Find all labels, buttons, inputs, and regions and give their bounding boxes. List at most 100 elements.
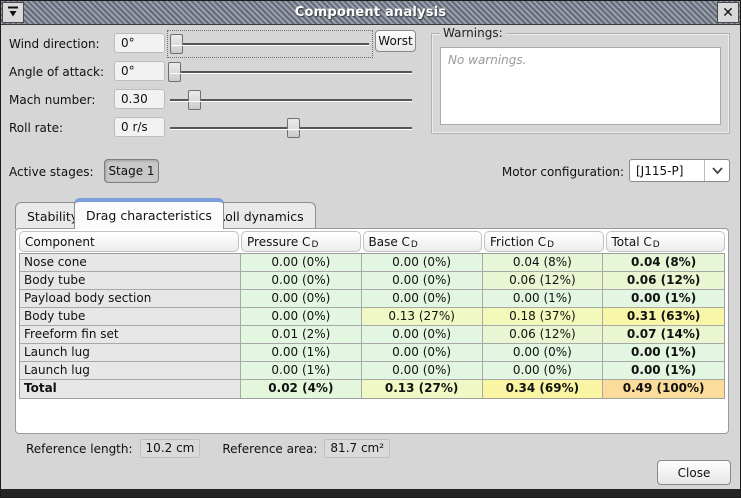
reference-length-value: 10.2 cm bbox=[140, 439, 201, 458]
base-cd-cell: 0.13 (27%) bbox=[362, 308, 483, 326]
total-cd-cell: 0.00 (1%) bbox=[603, 362, 724, 380]
mach-number-label: Mach number: bbox=[9, 93, 95, 107]
roll-rate-label: Roll rate: bbox=[9, 121, 63, 135]
base-cd-cell: 0.00 (0%) bbox=[362, 326, 483, 344]
pressure-cd-cell: 0.01 (2%) bbox=[241, 326, 362, 344]
base-cd-cell: 0.00 (0%) bbox=[362, 362, 483, 380]
warnings-group: Warnings: No warnings. bbox=[431, 33, 730, 134]
angle-of-attack-value[interactable]: 0° bbox=[114, 61, 165, 81]
base-cd-cell: 0.13 (27%) bbox=[362, 380, 483, 398]
total-cd-cell: 0.00 (1%) bbox=[603, 290, 724, 308]
component-cell: Body tube bbox=[20, 308, 241, 326]
pressure-cd-cell: 0.00 (0%) bbox=[241, 290, 362, 308]
wind-direction-value[interactable]: 0° bbox=[114, 33, 165, 53]
component-cell: Nose cone bbox=[20, 254, 241, 272]
table-row-total[interactable]: Total 0.02 (4%) 0.13 (27%) 0.34 (69%) 0.… bbox=[20, 380, 724, 398]
friction-cd-cell: 0.04 (8%) bbox=[483, 254, 604, 272]
window-menu-icon bbox=[6, 3, 20, 22]
worst-button[interactable]: Worst bbox=[375, 30, 416, 52]
total-cd-cell: 0.49 (100%) bbox=[603, 380, 724, 398]
total-cd-cell: 0.31 (63%) bbox=[603, 308, 724, 326]
table-row-freeform-fin-set[interactable]: Freeform fin set 0.01 (2%) 0.00 (0%) 0.0… bbox=[20, 326, 724, 344]
close-icon: ✕ bbox=[722, 6, 734, 20]
close-button[interactable]: Close bbox=[657, 460, 731, 485]
total-cd-cell: 0.04 (8%) bbox=[603, 254, 724, 272]
component-cell: Launch lug bbox=[20, 362, 241, 380]
roll-rate-value[interactable]: 0 r/s bbox=[114, 117, 165, 137]
total-cd-cell: 0.00 (1%) bbox=[603, 344, 724, 362]
table-row-launch-lug-2[interactable]: Launch lug 0.00 (1%) 0.00 (0%) 0.00 (0%)… bbox=[20, 362, 724, 380]
table-header-row: Component Pressure CD Base CD Friction C… bbox=[16, 229, 728, 253]
window-title: Component analysis bbox=[25, 5, 716, 20]
stage-1-toggle[interactable]: Stage 1 bbox=[104, 159, 159, 183]
slider-thumb[interactable] bbox=[168, 62, 181, 82]
component-analysis-dialog: Component analysis ✕ Wind direction: 0° … bbox=[0, 0, 741, 498]
table-row-body-tube-2[interactable]: Body tube 0.00 (0%) 0.13 (27%) 0.18 (37%… bbox=[20, 308, 724, 326]
base-cd-cell: 0.00 (0%) bbox=[362, 272, 483, 290]
slider-thumb[interactable] bbox=[170, 34, 183, 54]
active-stages-label: Active stages: bbox=[9, 165, 94, 179]
table-row-payload-body-section[interactable]: Payload body section 0.00 (0%) 0.00 (0%)… bbox=[20, 290, 724, 308]
slider-thumb[interactable] bbox=[287, 118, 300, 138]
warnings-title: Warnings: bbox=[440, 26, 506, 40]
chevron-down-icon bbox=[704, 160, 729, 181]
angle-of-attack-label: Angle of attack: bbox=[9, 65, 104, 79]
reference-area-label: Reference area: bbox=[222, 442, 317, 456]
component-cell: Total bbox=[20, 380, 241, 398]
component-cell: Freeform fin set bbox=[20, 326, 241, 344]
motor-configuration-select[interactable]: [J115-P] bbox=[629, 159, 730, 182]
pressure-cd-cell: 0.00 (0%) bbox=[241, 272, 362, 290]
table-row-nose-cone[interactable]: Nose cone 0.00 (0%) 0.00 (0%) 0.04 (8%) … bbox=[20, 254, 724, 272]
component-cell: Launch lug bbox=[20, 344, 241, 362]
reference-info-row: Reference length: 10.2 cm Reference area… bbox=[26, 439, 390, 458]
friction-cd-cell: 0.06 (12%) bbox=[483, 272, 604, 290]
base-cd-cell: 0.00 (0%) bbox=[362, 254, 483, 272]
pressure-cd-cell: 0.02 (4%) bbox=[241, 380, 362, 398]
column-header-friction-cd: Friction CD bbox=[484, 231, 604, 252]
column-header-pressure-cd: Pressure CD bbox=[241, 231, 361, 252]
column-header-total-cd: Total CD bbox=[606, 231, 726, 252]
slider-track[interactable] bbox=[170, 61, 412, 83]
pressure-cd-cell: 0.00 (1%) bbox=[241, 344, 362, 362]
friction-cd-cell: 0.34 (69%) bbox=[483, 380, 604, 398]
mach-number-value[interactable]: 0.30 bbox=[114, 89, 165, 109]
window-menu-button[interactable] bbox=[2, 2, 24, 23]
warnings-list: No warnings. bbox=[440, 47, 721, 125]
base-cd-cell: 0.00 (0%) bbox=[362, 344, 483, 362]
tab-drag-characteristics[interactable]: Drag characteristics bbox=[74, 198, 224, 229]
slider-track[interactable] bbox=[170, 117, 412, 139]
total-cd-cell: 0.07 (14%) bbox=[603, 326, 724, 344]
slider-track[interactable] bbox=[171, 33, 369, 55]
friction-cd-cell: 0.18 (37%) bbox=[483, 308, 604, 326]
table-row-launch-lug[interactable]: Launch lug 0.00 (1%) 0.00 (0%) 0.00 (0%)… bbox=[20, 344, 724, 362]
drag-table-pane: Component Pressure CD Base CD Friction C… bbox=[15, 228, 729, 434]
motor-configuration-value: [J115-P] bbox=[630, 164, 704, 178]
total-cd-cell: 0.06 (12%) bbox=[603, 272, 724, 290]
table-row-body-tube[interactable]: Body tube 0.00 (0%) 0.00 (0%) 0.06 (12%)… bbox=[20, 272, 724, 290]
reference-area-value: 81.7 cm² bbox=[324, 439, 390, 458]
pressure-cd-cell: 0.00 (0%) bbox=[241, 254, 362, 272]
pressure-cd-cell: 0.00 (0%) bbox=[241, 308, 362, 326]
title-bar[interactable]: Component analysis ✕ bbox=[1, 1, 740, 25]
friction-cd-cell: 0.00 (0%) bbox=[483, 362, 604, 380]
column-header-base-cd: Base CD bbox=[363, 231, 483, 252]
slider-thumb[interactable] bbox=[188, 90, 201, 110]
friction-cd-cell: 0.00 (1%) bbox=[483, 290, 604, 308]
wind-direction-slider[interactable] bbox=[167, 30, 373, 58]
motor-configuration-label: Motor configuration: bbox=[471, 165, 624, 179]
angle-of-attack-slider[interactable] bbox=[170, 61, 412, 83]
friction-cd-cell: 0.06 (12%) bbox=[483, 326, 604, 344]
base-cd-cell: 0.00 (0%) bbox=[362, 290, 483, 308]
roll-rate-slider[interactable] bbox=[170, 117, 412, 139]
window-close-button[interactable]: ✕ bbox=[717, 2, 739, 23]
component-cell: Body tube bbox=[20, 272, 241, 290]
drag-table-body: Nose cone 0.00 (0%) 0.00 (0%) 0.04 (8%) … bbox=[19, 253, 725, 399]
pressure-cd-cell: 0.00 (1%) bbox=[241, 362, 362, 380]
component-cell: Payload body section bbox=[20, 290, 241, 308]
reference-length-label: Reference length: bbox=[26, 442, 133, 456]
slider-track[interactable] bbox=[170, 89, 412, 111]
mach-number-slider[interactable] bbox=[170, 89, 412, 111]
friction-cd-cell: 0.00 (0%) bbox=[483, 344, 604, 362]
wind-direction-label: Wind direction: bbox=[9, 37, 100, 51]
column-header-component: Component bbox=[19, 231, 239, 252]
